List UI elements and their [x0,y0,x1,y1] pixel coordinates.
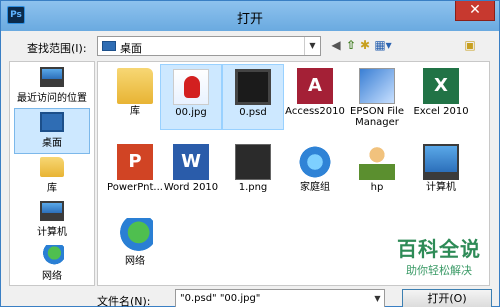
file-item-epson[interactable]: EPSON File Manager [346,64,408,130]
network-icon [40,245,64,265]
desktop-icon [40,112,64,132]
network-icon [117,218,153,254]
file-label: Excel 2010 [413,106,469,117]
place-label: 桌面 [42,138,62,149]
recent-icon [40,67,64,87]
open-button[interactable]: 打开(O) [402,289,492,307]
excel-icon: X [423,68,459,104]
file-label: 1.png [238,182,268,193]
up-folder-icon[interactable]: ⇧ [345,37,357,53]
file-item-excel[interactable]: X Excel 2010 [410,64,472,130]
view-menu-icon[interactable]: ▦▾ [373,37,393,53]
place-label: 计算机 [37,227,67,238]
open-file-dialog: Ps 打开 ✕ 查找范围(I): 桌面 ▼ ◀ ⇧ ✱ ▦▾ ▣ 最近访问的位置… [0,0,500,307]
file-label: Access2010 [285,106,345,117]
place-label: 最近访问的位置 [17,93,87,104]
close-button[interactable]: ✕ [455,1,495,21]
homegroup-icon [297,144,333,180]
look-in-label: 查找范围(I): [27,42,87,55]
file-item-access[interactable]: A Access2010 [284,64,346,130]
place-recent[interactable]: 最近访问的位置 [14,64,90,110]
file-item-word[interactable]: W Word 2010 [160,140,222,206]
title-bar[interactable]: Ps 打开 ✕ [1,1,499,31]
chevron-down-icon[interactable]: ▼ [304,37,320,55]
word-icon: W [173,144,209,180]
place-computer[interactable]: 计算机 [14,198,90,244]
place-label: 网络 [42,271,62,282]
look-in-dropdown[interactable]: 桌面 ▼ [97,36,321,56]
psd-monitor-icon [235,69,271,105]
filename-label: 文件名(N): [97,295,151,307]
place-network[interactable]: 网络 [14,242,90,288]
place-library[interactable]: 库 [14,154,90,200]
file-label: 00.jpg [175,107,207,118]
file-item-powerpoint[interactable]: P PowerPnt... [104,140,166,206]
image-spiderman-icon [173,69,209,105]
file-item-homegroup[interactable]: 家庭组 [284,140,346,206]
file-item-0-psd[interactable]: 0.psd [222,64,284,130]
file-label: 家庭组 [300,182,330,193]
dialog-title: 打开 [236,12,263,27]
png-dark-icon [235,144,271,180]
file-item-hp[interactable]: hp [346,140,408,206]
file-label: 0.psd [239,107,267,118]
place-label: 库 [47,183,57,194]
file-item-computer[interactable]: 计算机 [410,140,472,206]
file-label: hp [370,182,384,193]
powerpoint-icon: P [117,144,153,180]
computer-icon [423,144,459,180]
file-label: PowerPnt... [107,182,163,193]
watermark-subtitle: 助你轻松解决 [406,264,472,277]
look-in-value: 桌面 [120,42,142,55]
preview-pane-icon[interactable]: ▣ [463,37,477,53]
access-icon: A [297,68,333,104]
computer-icon [40,201,64,221]
file-item-library[interactable]: 库 [104,64,166,130]
watermark: 百科全说 助你轻松解决 [397,233,481,278]
folder-icon [117,68,153,104]
file-label: 网络 [125,256,145,267]
library-icon [40,157,64,177]
file-item-00-jpg[interactable]: 00.jpg [160,64,222,130]
file-label: Word 2010 [163,182,219,193]
file-item-network[interactable]: 网络 [104,214,166,280]
file-item-1-png[interactable]: 1.png [222,140,284,206]
chevron-down-icon[interactable]: ▼ [371,290,384,307]
file-label: 库 [130,106,140,117]
user-folder-icon [359,144,395,180]
file-label: EPSON File Manager [350,106,404,128]
filename-input[interactable]: "0.psd" "00.jpg" [175,289,385,307]
epson-icon [359,68,395,104]
place-desktop[interactable]: 桌面 [14,108,90,154]
file-label: 计算机 [426,182,456,193]
desktop-mini-icon [102,41,116,51]
new-folder-icon[interactable]: ✱ [359,37,371,53]
places-bar: 最近访问的位置 桌面 库 计算机 网络 [9,61,95,286]
watermark-title: 百科全说 [397,237,481,261]
back-icon[interactable]: ◀ [329,37,343,53]
